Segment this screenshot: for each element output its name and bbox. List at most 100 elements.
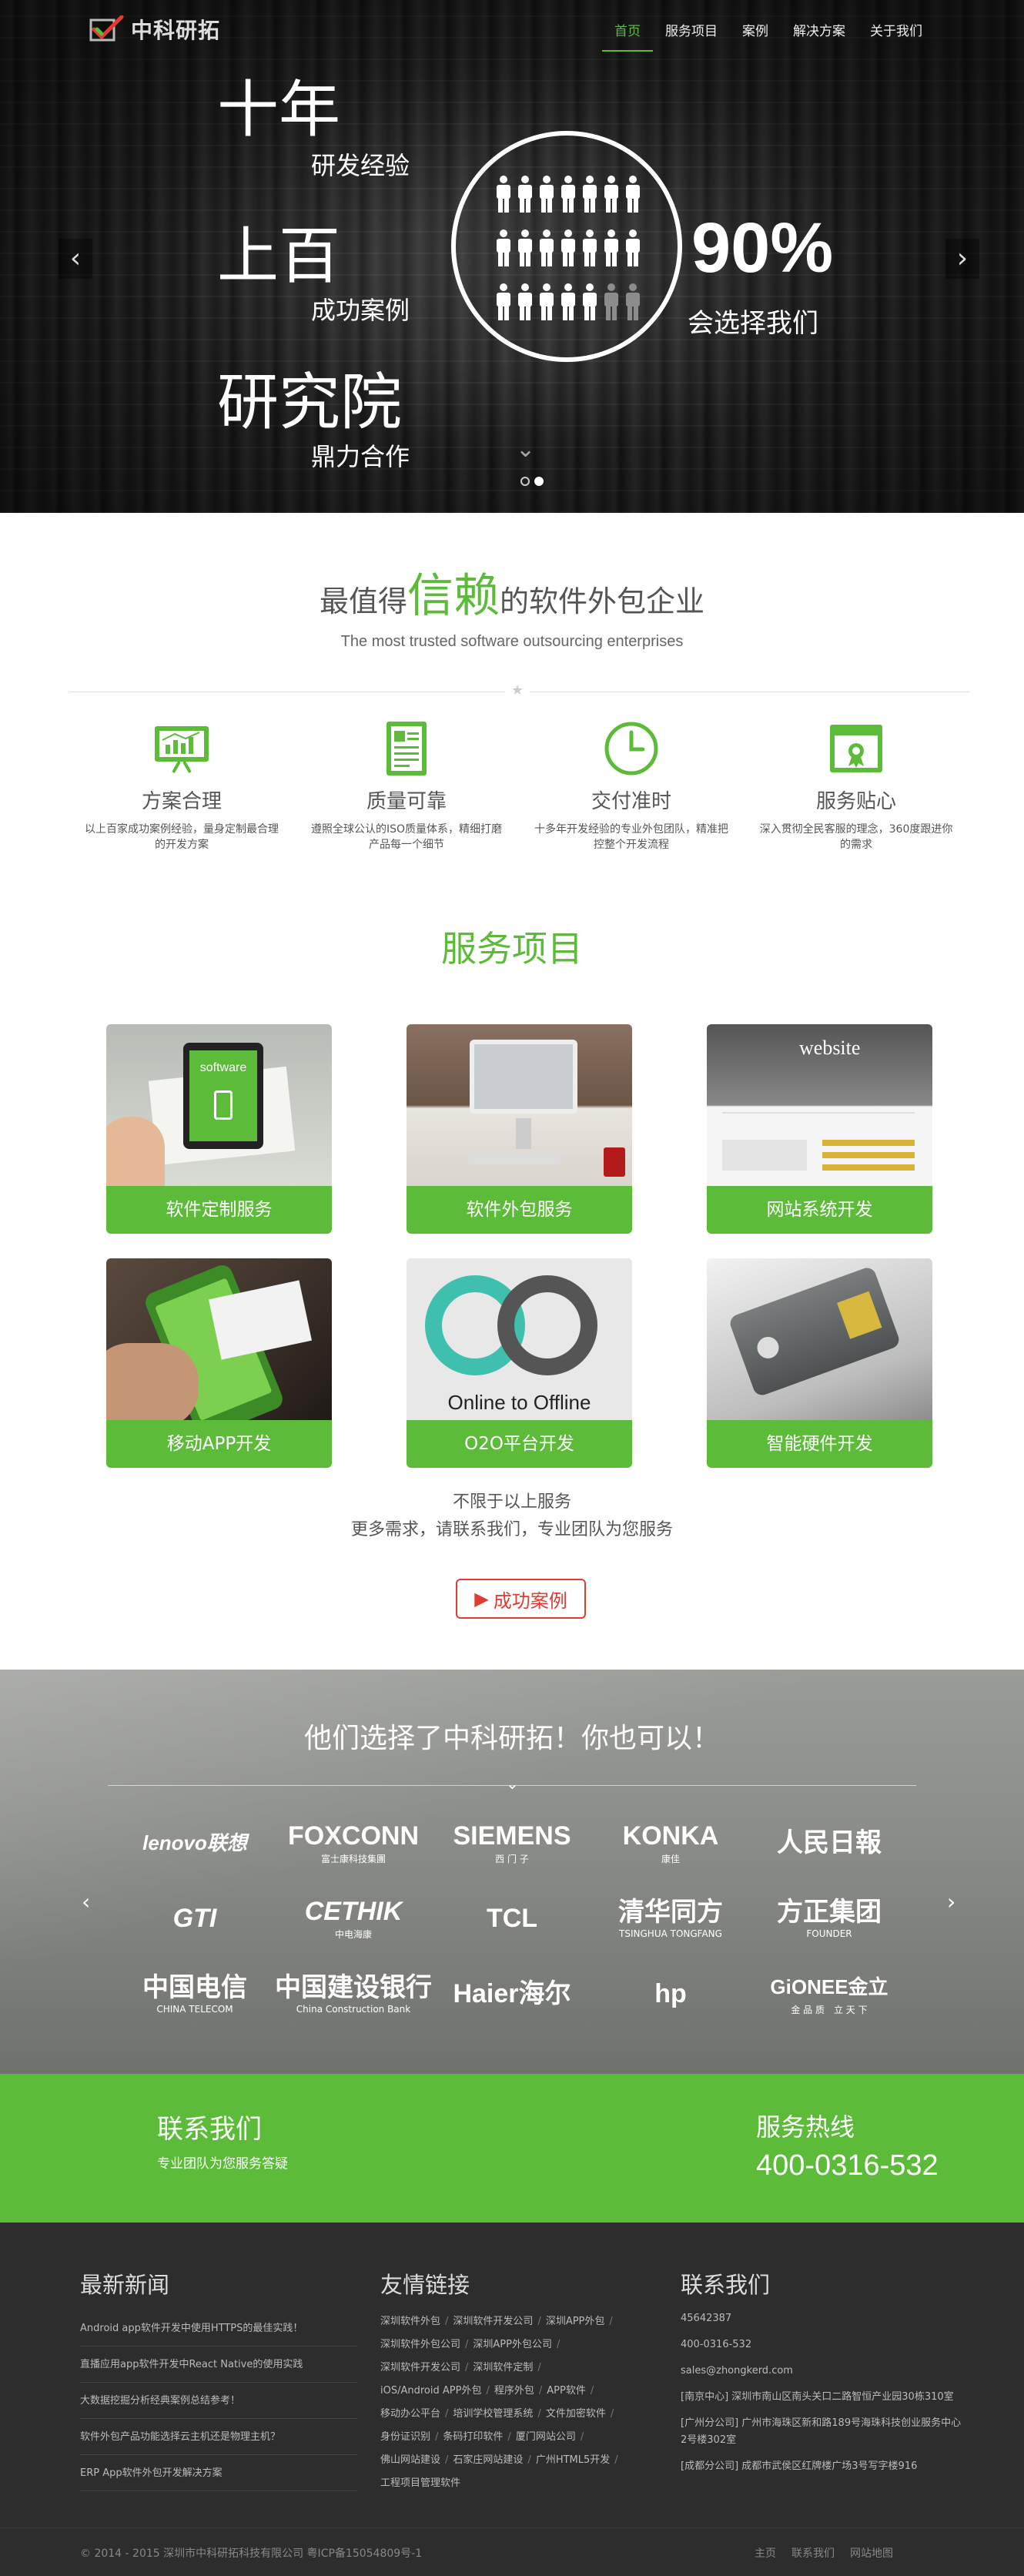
service-card-hardware[interactable]: 智能硬件开发 (707, 1258, 932, 1468)
footer-link-sitemap[interactable]: 网站地图 (850, 2545, 893, 2561)
client-logo-subtitle: China Construction Bank (296, 2004, 411, 2015)
people-grid (493, 176, 644, 320)
link-separator: / (609, 2316, 613, 2327)
trust-title-post: 的软件外包企业 (500, 585, 705, 618)
contact-subtitle: 专业团队为您服务答疑 (157, 2156, 288, 2172)
link-separator: / (465, 2339, 469, 2350)
trust-subtitle: The most trusted software outsourcing en… (340, 633, 684, 650)
footer-link-home[interactable]: 主页 (755, 2545, 776, 2561)
contact-address: [广州分公司] 广州市海珠区新和路189号海珠科技创业服务中心2号楼302室 (681, 2417, 962, 2446)
news-item[interactable]: 直播应用app软件开发中React Native的使用实践 (80, 2347, 357, 2383)
slide-dot-1[interactable] (520, 477, 530, 486)
link-separator: / (445, 2316, 449, 2327)
services-contact-note: 更多需求，请联系我们，专业团队为您服务 (350, 1520, 673, 1539)
feature-desc: 深入贯彻全民客服的理念，360度跟进你的需求 (759, 823, 953, 851)
service-card-software-custom[interactable]: software 软件定制服务 (106, 1024, 332, 1234)
friend-link[interactable]: 深圳软件外包公司 (380, 2339, 460, 2350)
hotline-number[interactable]: 400-0316-532 (756, 2149, 939, 2182)
service-label: 移动APP开发 (106, 1420, 332, 1468)
trust-title: 最值得信赖的软件外包企业 (0, 558, 1024, 625)
footer-news-title: 最新新闻 (80, 2272, 170, 2298)
friend-link[interactable]: 深圳APP外包 (546, 2316, 605, 2327)
client-logo-subtitle: FOUNDER (806, 1928, 852, 1939)
news-item[interactable]: 软件外包产品功能选择云主机还是物理主机？ (80, 2419, 357, 2455)
contact-phone[interactable]: 400-0316-532 (681, 2336, 965, 2353)
offline-ring (497, 1275, 597, 1375)
friend-link[interactable]: 文件加密软件 (546, 2408, 606, 2420)
trust-title-highlight: 信赖 (407, 569, 500, 623)
nav-item-cases[interactable]: 案例 (730, 20, 781, 52)
service-label: 软件外包服务 (407, 1186, 632, 1234)
service-card-website[interactable]: website 网站系统开发 (707, 1024, 932, 1234)
friend-link[interactable]: 深圳APP外包公司 (473, 2339, 552, 2350)
friend-link[interactable]: 佛山网站建设 (380, 2454, 440, 2466)
hero-cases-caption: 成功案例 (311, 296, 410, 325)
chevron-right-icon[interactable]: › (945, 239, 979, 279)
logo[interactable]: 中科研拓 (89, 14, 220, 45)
monitor-shape (470, 1040, 577, 1114)
chevron-left-icon[interactable]: ‹ (82, 1889, 90, 1914)
friend-link[interactable]: 移动办公平台 (380, 2408, 440, 2420)
slide-dot-2[interactable] (534, 477, 544, 486)
person-icon (579, 176, 601, 213)
link-separator: / (537, 2316, 541, 2327)
friend-link[interactable]: 广州HTML5开发 (536, 2454, 610, 2466)
client-logo: KONKA 康佳 (591, 1816, 750, 1870)
phone-glyph (214, 1090, 233, 1120)
client-logo-name: 方正集团 (777, 1898, 882, 1927)
friend-link[interactable]: iOS/Android APP外包 (380, 2385, 481, 2397)
friend-link[interactable]: 石家庄网站建设 (453, 2454, 523, 2466)
scroll-down-icon[interactable]: ⌄ (516, 436, 535, 463)
nav-item-home[interactable]: 首页 (602, 20, 653, 52)
friend-link[interactable]: 深圳软件定制 (473, 2362, 533, 2373)
client-logo: 中国电信 CHINA TELECOM (115, 1967, 274, 2021)
news-item[interactable]: 大数据挖掘分析经典案例总结参考！ (80, 2383, 357, 2419)
nav-item-solutions[interactable]: 解决方案 (781, 20, 858, 52)
nav-item-services[interactable]: 服务项目 (653, 20, 730, 52)
friend-links: 深圳软件外包 / 深圳软件开发公司 / 深圳APP外包 / 深圳软件外包公司 / 深圳APP外包… (380, 2310, 658, 2495)
person-icon (493, 283, 514, 320)
footer-bottom-bar: © 2014 - 2015 深圳市中科研拓科技有限公司 粤ICP备1505480… (0, 2527, 1024, 2576)
news-item[interactable]: ERP App软件外包开发解决方案 (80, 2455, 357, 2491)
friend-link[interactable]: 条码打印软件 (443, 2431, 503, 2443)
nav-item-about[interactable]: 关于我们 (858, 20, 935, 52)
person-icon (536, 283, 557, 320)
friend-link[interactable]: 深圳软件开发公司 (380, 2362, 460, 2373)
link-separator: / (445, 2408, 449, 2420)
clock-icon (519, 719, 744, 778)
link-separator: / (556, 2339, 561, 2350)
news-item[interactable]: Android app软件开发中使用HTTPS的最佳实践！ (80, 2310, 357, 2347)
services-title: 服务项目 (441, 928, 583, 970)
person-icon (622, 176, 644, 213)
hero-banner: 中科研拓 首页 服务项目 案例 解决方案 关于我们 十年 研发经验 上百 成功案… (0, 0, 1024, 513)
client-logo-name: GiONEE金立 (770, 1975, 888, 1998)
play-icon: ▶ (474, 1588, 489, 1610)
service-card-o2o[interactable]: Online to Offline O2O平台开发 (407, 1258, 632, 1468)
person-icon (493, 176, 514, 213)
friend-link[interactable]: APP软件 (547, 2385, 586, 2397)
success-cases-button[interactable]: ▶ 成功案例 (456, 1579, 586, 1619)
chevron-down-icon: ⌄ (506, 1774, 519, 1793)
person-icon (601, 283, 622, 320)
service-label: 软件定制服务 (106, 1186, 332, 1234)
link-separator: / (435, 2431, 439, 2443)
contact-email[interactable]: sales@zhongkerd.com (681, 2363, 965, 2380)
friend-link[interactable]: 深圳软件开发公司 (453, 2316, 533, 2327)
friend-link[interactable]: 身份证识别 (380, 2431, 430, 2443)
footer-links-title: 友情链接 (380, 2272, 470, 2298)
chevron-right-icon[interactable]: › (947, 1889, 955, 1914)
footer-link-contact[interactable]: 联系我们 (791, 2545, 835, 2561)
client-logo-subtitle: 富士康科技集團 (320, 1853, 386, 1864)
service-card-mobile-app[interactable]: 移动APP开发 (106, 1258, 332, 1468)
friend-link[interactable]: 深圳软件外包 (380, 2316, 440, 2327)
client-logo-subtitle: 金 品 质 立 天 下 (791, 2004, 868, 2015)
star-icon: ★ (505, 682, 530, 698)
friend-link[interactable]: 程序外包 (494, 2385, 534, 2397)
friend-link[interactable]: 工程项目管理软件 (380, 2477, 460, 2489)
friend-link[interactable]: 培训学校管理系统 (453, 2408, 533, 2420)
link-separator: / (507, 2431, 511, 2443)
friend-link[interactable]: 厦门网站公司 (516, 2431, 576, 2443)
chevron-left-icon[interactable]: ‹ (59, 239, 92, 279)
client-logo: 方正集团 FOUNDER (750, 1891, 909, 1945)
service-card-outsourcing[interactable]: 软件外包服务 (407, 1024, 632, 1234)
